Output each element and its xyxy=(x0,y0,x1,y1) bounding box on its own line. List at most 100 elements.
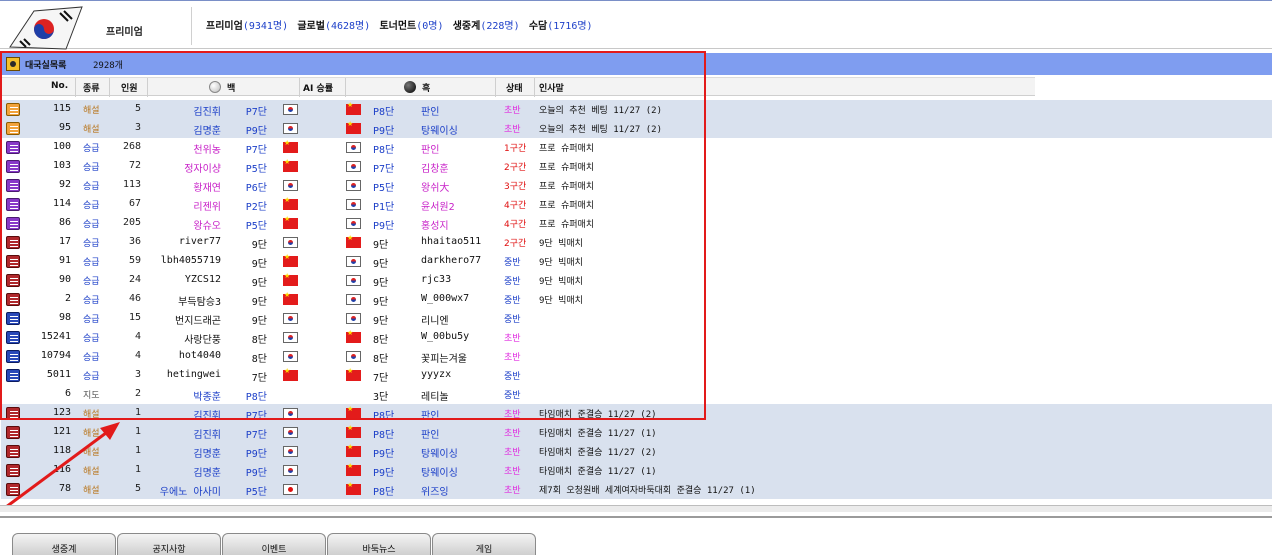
table-row[interactable]: 5011승급3hetingwei7단7단yyyzx중반 xyxy=(1,366,1272,385)
room-greeting: 오늘의 추천 베팅 11/27 (2) xyxy=(539,106,662,116)
table-row[interactable]: 15241승급4사랑단풍8단8단W_00bu5y초반 xyxy=(1,328,1272,347)
white-player-name: 김진휘 xyxy=(193,107,221,118)
row-type: 승급 xyxy=(83,182,100,192)
row-viewers: 268 xyxy=(122,141,141,152)
game-status: 2구간 xyxy=(504,239,527,249)
col-separator xyxy=(75,78,76,97)
tab-live[interactable]: 생중계 xyxy=(12,533,116,555)
row-no: 78 xyxy=(58,483,71,494)
tab-game[interactable]: 게임 xyxy=(432,533,536,555)
room-greeting: 타임매치 준결승 11/27 (1) xyxy=(539,467,657,477)
game-status: 1구간 xyxy=(504,144,527,154)
black-player-rank: P8단 xyxy=(373,430,395,441)
black-player-rank: P8단 xyxy=(373,107,395,118)
row-type: 승급 xyxy=(83,353,100,363)
table-row[interactable]: 123해설1김진휘P7단P8단판인초반타임매치 준결승 11/27 (2) xyxy=(1,404,1272,423)
white-player-rank: 9단 xyxy=(251,240,267,251)
row-no: 91 xyxy=(58,255,71,266)
row-type: 지도 xyxy=(83,391,100,401)
game-status: 중반 xyxy=(504,258,521,268)
black-flag-icon xyxy=(346,234,361,248)
row-viewers: 4 xyxy=(134,350,141,361)
white-player-rank: P5단 xyxy=(245,221,267,232)
table-row[interactable]: 78해설5우에노 아사미P5단P8단위즈잉초반제7회 오청원배 세계여자바둑대회… xyxy=(1,480,1272,499)
white-player-name: 리젠위 xyxy=(193,202,221,213)
table-row[interactable]: 114승급67리젠위P2단P1단윤서원24구간프로 슈퍼매치 xyxy=(1,195,1272,214)
black-flag-icon xyxy=(346,199,361,210)
black-flag-icon xyxy=(346,218,361,229)
white-flag-icon xyxy=(283,139,298,153)
row-viewers: 5 xyxy=(134,483,141,494)
black-stone-icon xyxy=(404,81,416,93)
table-row[interactable]: 90승급24YZCS129단9단rjc33중반9단 빅매치 xyxy=(1,271,1272,290)
game-status: 초반 xyxy=(504,106,521,116)
black-player-rank: P1단 xyxy=(373,202,395,213)
white-stone-icon xyxy=(209,81,221,93)
table-row[interactable]: 100승급268천위농P7단P8단판인1구간프로 슈퍼매치 xyxy=(1,138,1272,157)
col-white[interactable]: 백 xyxy=(209,81,235,94)
row-viewers: 2 xyxy=(134,388,141,399)
room-greeting: 9단 빅매치 xyxy=(539,258,583,268)
row-type: 해설 xyxy=(83,410,100,420)
row-viewers: 36 xyxy=(128,236,141,247)
white-flag-icon xyxy=(283,253,298,267)
white-player-rank: 7단 xyxy=(251,373,267,384)
stat-label-live: 생중계 xyxy=(452,21,481,32)
table-row[interactable]: 98 승급 15 번지드래곤 9단 9단 리니엔 중반 xyxy=(1,309,1272,328)
white-flag-icon xyxy=(283,291,298,305)
tab-event[interactable]: 이벤트 xyxy=(222,533,326,555)
table-row[interactable]: 86승급205왕슈오P5단P9단홍성지4구간프로 슈퍼매치 xyxy=(1,214,1272,233)
white-player-name: 박종훈 xyxy=(193,392,221,403)
table-row[interactable]: 103승급72정자이샹P5단P7단김창훈2구간프로 슈퍼매치 xyxy=(1,157,1272,176)
table-row[interactable]: 116해설1김명훈P9단P9단탕웨이싱초반타임매치 준결승 11/27 (1) xyxy=(1,461,1272,480)
white-player-name: hot4040 xyxy=(178,350,221,361)
row-viewers: 15 xyxy=(128,312,141,323)
white-player-rank: 8단 xyxy=(251,335,267,346)
table-row[interactable]: 118해설1김명훈P9단P9단탕웨이싱초반타임매치 준결승 11/27 (2) xyxy=(1,442,1272,461)
col-ai-winrate[interactable]: AI 승률 xyxy=(303,81,333,94)
white-player-rank: 9단 xyxy=(251,316,267,327)
table-row[interactable]: 17승급36river779단9단hhaitao5112구간9단 빅매치 xyxy=(1,233,1272,252)
row-type: 해설 xyxy=(83,486,100,496)
table-row[interactable]: 115해설5김진휘P7단P8단판인초반오늘의 추천 베팅 11/27 (2) xyxy=(1,100,1272,119)
white-player-name: 김진휘 xyxy=(193,411,221,422)
table-row[interactable]: 91승급59lbh40557199단9단darkhero77중반9단 빅매치 xyxy=(1,252,1272,271)
black-flag-icon xyxy=(346,294,361,305)
col-viewers[interactable]: 인원 xyxy=(121,81,138,94)
room-greeting: 프로 슈퍼매치 xyxy=(539,220,595,230)
col-no[interactable]: No. xyxy=(51,81,68,91)
white-player-rank: P9단 xyxy=(245,449,267,460)
table-row[interactable]: 95해설3김명훈P9단P9단탕웨이싱초반오늘의 추천 베팅 11/27 (2) xyxy=(1,119,1272,138)
row-viewers: 3 xyxy=(134,369,141,380)
game-status: 중반 xyxy=(504,391,521,401)
black-player-rank: 9단 xyxy=(373,316,389,327)
row-viewers: 1 xyxy=(134,426,141,437)
table-row[interactable]: 10794 승급 4 hot4040 8단 8단 꽃피는겨울 초반 xyxy=(1,347,1272,366)
black-player-rank: P9단 xyxy=(373,126,395,137)
black-flag-icon xyxy=(346,180,361,191)
row-viewers: 46 xyxy=(128,293,141,304)
col-status[interactable]: 상태 xyxy=(506,81,523,94)
white-player-name: 사랑단풍 xyxy=(184,335,221,346)
table-row[interactable]: 2승급46부득탐승39단9단W_000wx7중반9단 빅매치 xyxy=(1,290,1272,309)
white-player-rank: P8단 xyxy=(245,392,267,403)
horizontal-scrollbar[interactable] xyxy=(0,505,1272,512)
white-flag-icon xyxy=(283,332,298,343)
room-greeting: 프로 슈퍼매치 xyxy=(539,182,595,192)
white-player-rank: P6단 xyxy=(245,183,267,194)
row-type: 승급 xyxy=(83,201,100,211)
stat-value-live: (228명) xyxy=(480,21,520,32)
row-type: 승급 xyxy=(83,239,100,249)
table-row[interactable]: 6 지도 2 박종훈 P8단 3단 레티놀 중반 xyxy=(1,385,1272,404)
row-no: 95 xyxy=(58,122,71,133)
col-separator xyxy=(345,78,346,97)
white-player-name: 천위농 xyxy=(193,145,221,156)
col-type[interactable]: 종류 xyxy=(83,81,100,94)
table-row[interactable]: 92 승급 113 황재연 P6단 P5단 왕쉬大 3구간 프로 슈퍼매치 xyxy=(1,176,1272,195)
col-greeting[interactable]: 인사말 xyxy=(539,81,564,94)
col-black[interactable]: 흑 xyxy=(404,81,430,94)
table-row[interactable]: 121해설1김진휘P7단P8단판인초반타임매치 준결승 11/27 (1) xyxy=(1,423,1272,442)
tab-news[interactable]: 바둑뉴스 xyxy=(327,533,431,555)
tab-notice[interactable]: 공지사항 xyxy=(117,533,221,555)
white-flag-icon xyxy=(283,180,298,191)
